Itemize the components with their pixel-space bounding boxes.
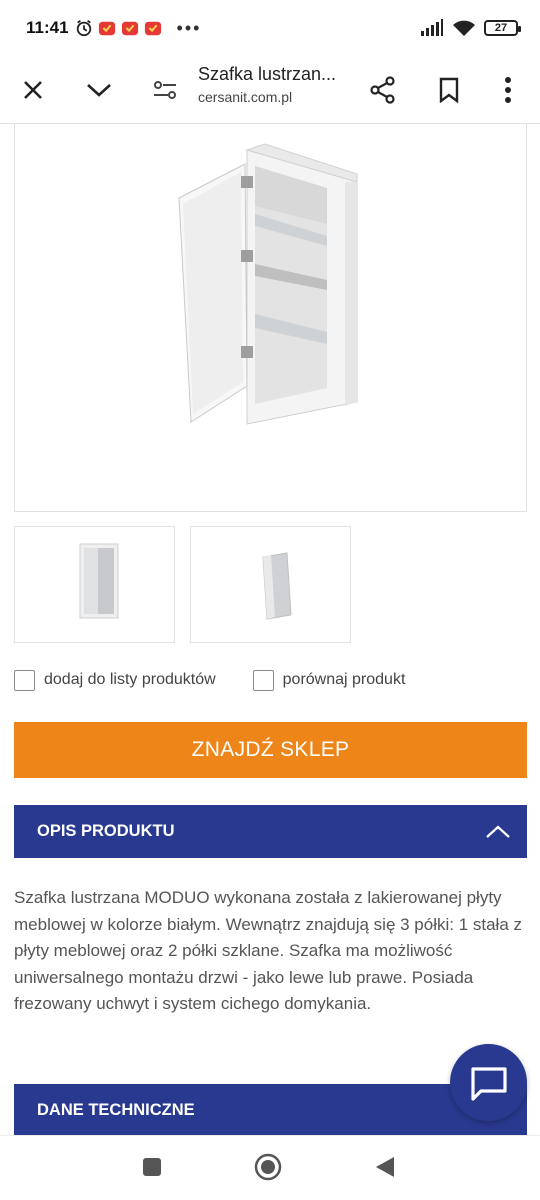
back-icon[interactable] xyxy=(374,1155,396,1179)
technical-data-accordion-header[interactable]: DANE TECHNICZNE xyxy=(14,1084,527,1137)
description-accordion-header[interactable]: OPIS PRODUKTU xyxy=(14,805,527,858)
signal-icon xyxy=(421,19,443,36)
app-notification-icon xyxy=(98,21,115,36)
technical-header-label: DANE TECHNICZNE xyxy=(37,1101,195,1119)
status-time: 11:41 xyxy=(26,18,69,37)
product-actions-row: dodaj do listy produktów porównaj produk… xyxy=(14,664,527,696)
page-domain: cersanit.com.pl xyxy=(198,89,293,105)
app-notification-icon xyxy=(121,21,138,36)
share-button[interactable] xyxy=(361,68,405,112)
compare-label[interactable]: porównaj produkt xyxy=(283,671,406,689)
page-title: Szafka lustrzan... xyxy=(198,64,337,84)
share-icon xyxy=(370,76,395,104)
description-header-label: OPIS PRODUKTU xyxy=(37,822,175,840)
mirror-front-thumbnail xyxy=(79,543,119,619)
alarm-icon xyxy=(76,20,91,37)
add-to-list-checkbox[interactable] xyxy=(14,669,35,691)
close-icon xyxy=(24,81,42,99)
status-bar: 11:41 ••• 27 xyxy=(0,0,540,56)
product-thumbnail-1[interactable] xyxy=(14,526,175,643)
chevron-up-icon xyxy=(486,825,510,838)
wifi-icon xyxy=(453,20,475,36)
find-store-button[interactable]: ZNAJDŹ SKLEP xyxy=(14,722,527,778)
url-box[interactable]: Szafka lustrzan... cersanit.com.pl xyxy=(198,64,358,105)
app-notification-icon xyxy=(144,21,161,36)
product-main-image[interactable] xyxy=(14,124,527,512)
recents-icon[interactable] xyxy=(142,1157,162,1177)
minimize-button[interactable] xyxy=(77,68,121,112)
battery-level: 27 xyxy=(494,22,508,34)
browser-toolbar: Szafka lustrzan... cersanit.com.pl xyxy=(0,56,540,124)
more-options-button[interactable] xyxy=(486,68,530,112)
chat-icon xyxy=(470,1066,507,1101)
cabinet-image xyxy=(178,143,358,425)
home-icon[interactable] xyxy=(254,1153,282,1181)
product-description: Szafka lustrzana MODUO wykonana została … xyxy=(14,888,523,1013)
product-thumbnail-2[interactable] xyxy=(190,526,351,643)
compare-checkbox[interactable] xyxy=(252,669,274,691)
battery-icon: 27 xyxy=(484,20,521,36)
more-vert-icon xyxy=(505,77,511,103)
mirror-side-thumbnail xyxy=(262,552,292,620)
page-settings-icon xyxy=(154,81,176,99)
status-overflow: ••• xyxy=(176,17,202,38)
bookmark-icon xyxy=(439,77,459,103)
bookmark-button[interactable] xyxy=(427,68,471,112)
chat-button[interactable] xyxy=(450,1044,527,1121)
add-to-list-label[interactable]: dodaj do listy produktów xyxy=(44,671,216,689)
page-settings-button[interactable] xyxy=(143,68,187,112)
system-nav-bar xyxy=(0,1135,540,1200)
close-tab-button[interactable] xyxy=(11,68,55,112)
chevron-down-icon xyxy=(87,84,111,97)
